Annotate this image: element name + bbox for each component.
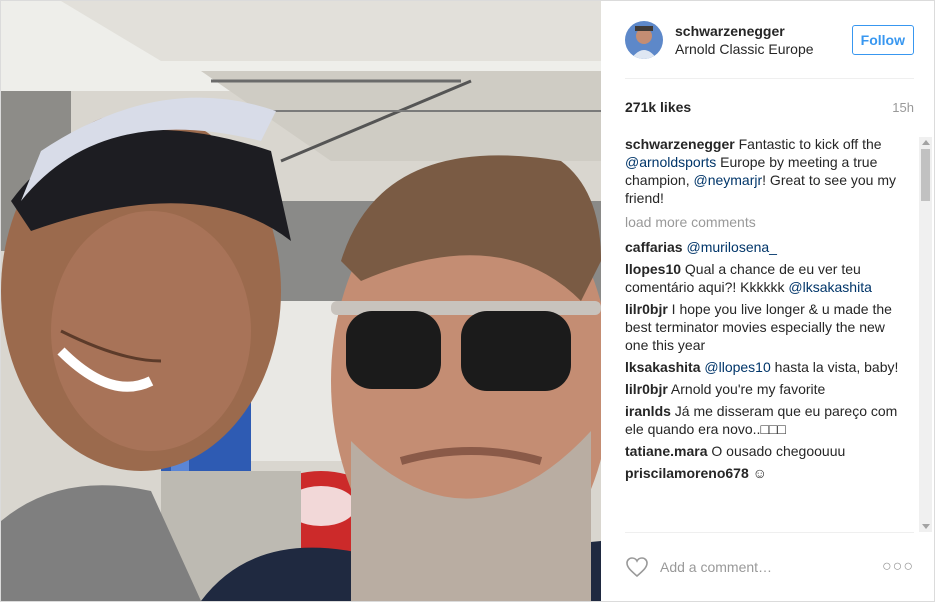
comment-username[interactable]: lilr0bjr [625,301,668,317]
post-meta: 271k likes 15h [625,79,914,135]
instagram-post: schwarzenegger Arnold Classic Europe Fol… [0,0,935,602]
heart-outline-icon[interactable] [625,555,649,579]
post-location[interactable]: Arnold Classic Europe [675,40,852,58]
mention-link[interactable]: @lksakashita [788,279,871,295]
comment-text: ☺ [748,465,767,481]
comment: lksakashita @llopes10 hasta la vista, ba… [625,358,910,376]
comment-bar: Add a comment… ○○○ [625,532,914,601]
comment-text: O ousado chegoouuu [707,443,846,459]
post-sidebar: schwarzenegger Arnold Classic Europe Fol… [601,1,934,601]
comment-username[interactable]: priscilamoreno678 [625,465,749,481]
selfie-image [1,1,601,601]
comment: caffarias @murilosena_ [625,238,910,256]
caption-username[interactable]: schwarzenegger [625,136,735,152]
scrollbar-thumb[interactable] [921,149,930,201]
comment-username[interactable]: lilr0bjr [625,381,668,397]
post-author: schwarzenegger Arnold Classic Europe [675,22,852,58]
avatar[interactable] [625,20,663,59]
author-username[interactable]: schwarzenegger [675,22,852,40]
caption-text: Fantastic to kick off the [734,136,882,152]
comment: tatiane.mara O ousado chegoouuu [625,442,910,460]
comment-username[interactable]: lksakashita [625,359,701,375]
load-more-comments[interactable]: load more comments [625,213,910,231]
scroll-down-arrow-icon[interactable] [922,524,930,529]
comments-list[interactable]: schwarzenegger Fantastic to kick off the… [625,135,910,523]
avatar-image [625,20,663,59]
post-time[interactable]: 15h [892,100,914,115]
likes-count[interactable]: 271k likes [625,99,691,115]
comment-text: hasta la vista, baby! [770,359,899,375]
post-photo[interactable] [1,1,601,601]
comment: lilr0bjr I hope you live longer & u made… [625,300,910,354]
comment-username[interactable]: caffarias [625,239,683,255]
comment: lilr0bjr Arnold you're my favorite [625,380,910,398]
add-comment-input[interactable]: Add a comment… [660,559,882,575]
comment-username[interactable]: tatiane.mara [625,443,707,459]
comment-username[interactable]: llopes10 [625,261,681,277]
mention-link[interactable]: @llopes10 [704,359,770,375]
mention-link[interactable]: @neymarjr [693,172,762,188]
comment: llopes10 Qual a chance de eu ver teu com… [625,260,910,296]
comment-username[interactable]: iranlds [625,403,671,419]
comment: iranlds Já me disseram que eu pareço com… [625,402,910,438]
caption: schwarzenegger Fantastic to kick off the… [625,135,910,207]
scroll-up-arrow-icon[interactable] [922,140,930,145]
post-header: schwarzenegger Arnold Classic Europe Fol… [625,1,914,79]
comment: priscilamoreno678 ☺ [625,464,910,482]
mention-link[interactable]: @arnoldsports [625,154,716,170]
comments-scrollbar[interactable] [919,137,932,532]
follow-button[interactable]: Follow [851,24,914,55]
comment-text: Arnold you're my favorite [667,381,826,397]
mention-link[interactable]: @murilosena_ [686,239,776,255]
more-options-icon[interactable]: ○○○ [882,558,914,576]
